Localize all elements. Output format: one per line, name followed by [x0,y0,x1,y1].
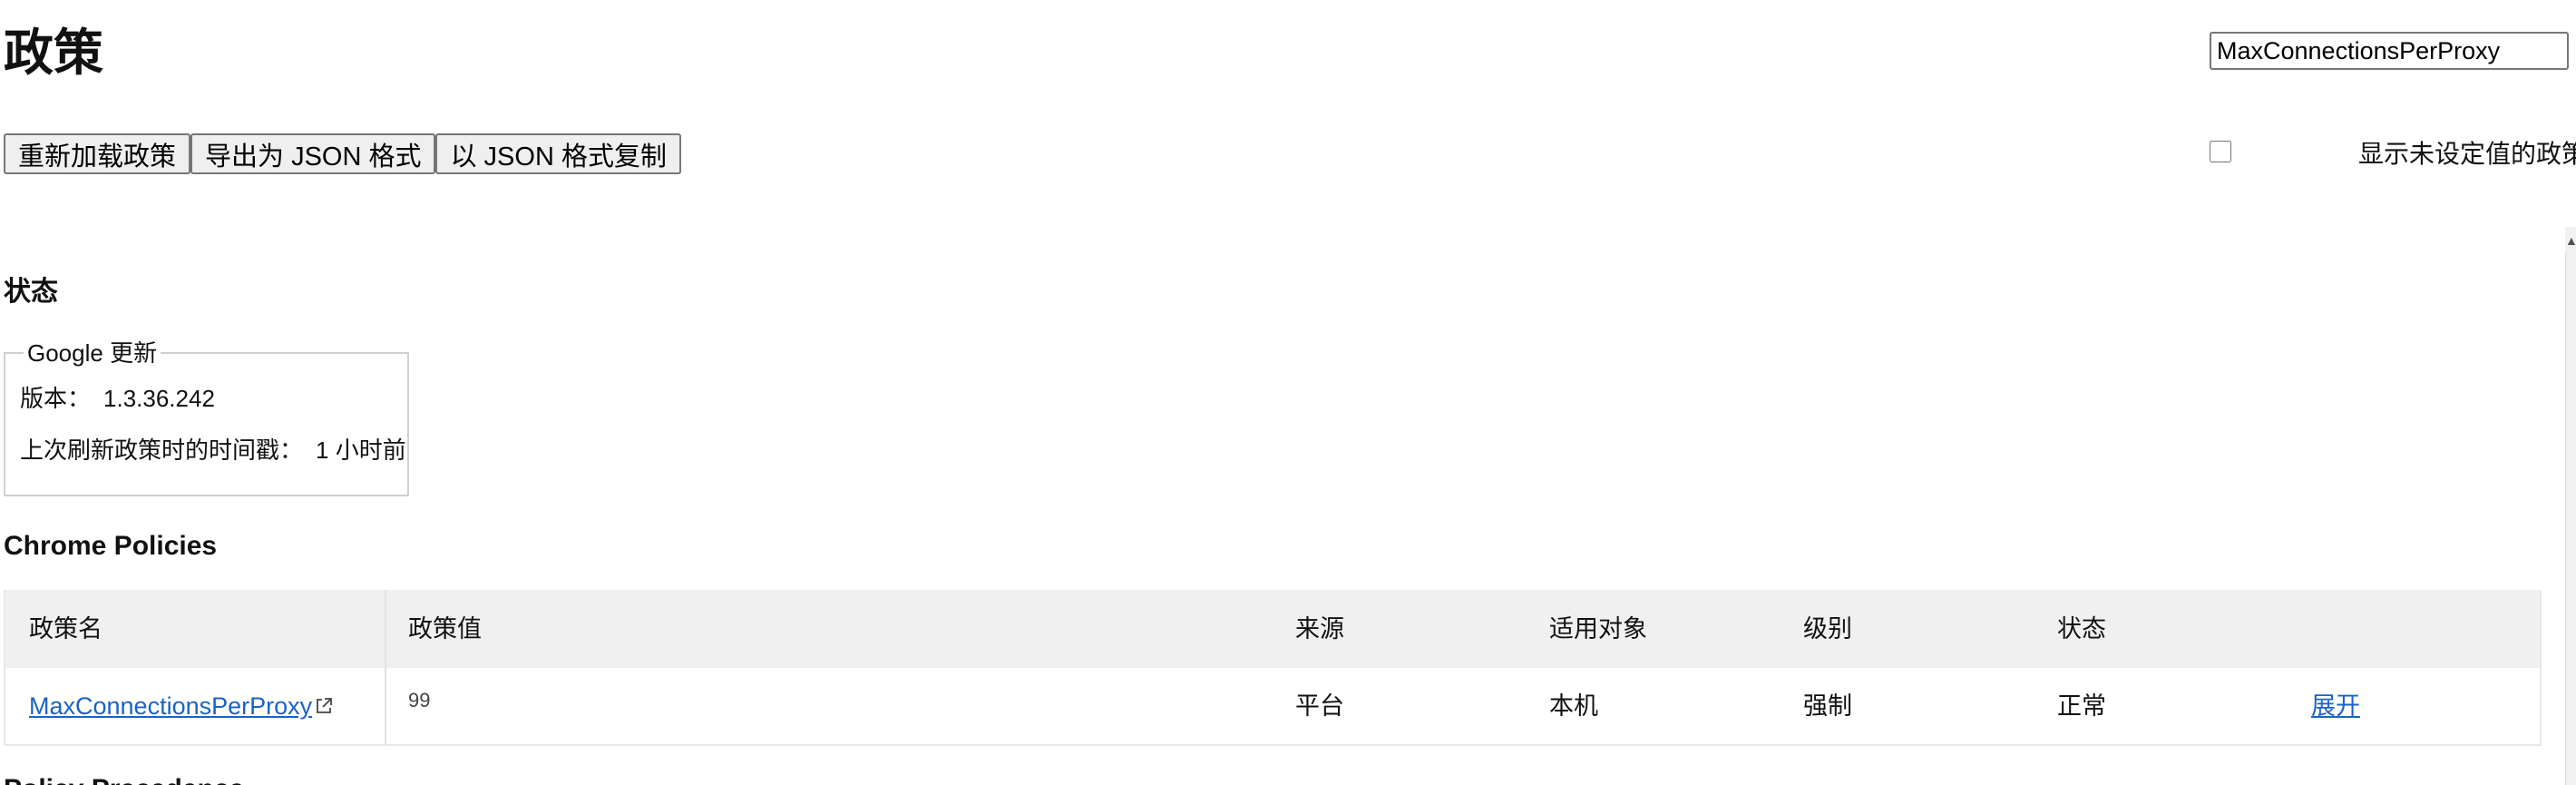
policy-table: 政策名 政策值 来源 适用对象 级别 状态 MaxConnectionsPerP… [4,590,2542,746]
policy-page: 政策 重新加载政策 导出为 JSON 格式 以 JSON 格式复制 显示未设定值… [0,0,2576,785]
column-divider [385,590,386,744]
column-header-name: 政策名 [29,615,102,643]
reload-policies-button[interactable]: 重新加载政策 [4,133,191,174]
page-scrollbar[interactable] [2565,227,2576,785]
policy-status-cell: 正常 [2057,692,2106,720]
show-unset-label: 显示未设定值的政策 [2358,140,2576,168]
policy-precedence-heading: Policy Precedence [4,771,244,785]
google-update-status-box: Google 更新 版本： 1.3.36.242 上次刷新政策时的时间戳： 1 小时… [4,338,409,496]
column-header-status: 状态 [2057,615,2106,643]
version-value: 1.3.36.242 [103,385,215,412]
column-header-value: 政策值 [408,615,482,643]
policy-level-cell: 强制 [1803,692,1852,720]
policy-name-cell: MaxConnectionsPerProxy [29,690,333,722]
status-heading: 状态 [4,277,58,307]
search-input[interactable] [2210,32,2569,70]
column-header-source: 来源 [1295,615,1344,643]
scroll-up-arrow-icon[interactable]: ▲ [2565,227,2576,254]
policy-scope-cell: 本机 [1549,692,1598,720]
version-row: 版本： 1.3.36.242 [20,383,215,414]
status-box-title: Google 更新 [24,338,161,368]
last-refresh-label: 上次刷新政策时的时间戳： [20,437,304,464]
policy-name-link[interactable]: MaxConnectionsPerProxy [29,692,312,720]
column-header-scope: 适用对象 [1549,615,1647,643]
page-title: 政策 [4,25,104,81]
last-refresh-value: 1 小时前 [316,437,406,464]
external-link-icon[interactable] [315,697,333,715]
export-json-button[interactable]: 导出为 JSON 格式 [190,133,436,174]
copy-json-button[interactable]: 以 JSON 格式复制 [435,133,681,174]
version-label: 版本： [20,385,92,412]
show-unset-checkbox[interactable] [2210,141,2231,162]
chrome-policies-heading: Chrome Policies [4,531,218,561]
toolbar: 重新加载政策 导出为 JSON 格式 以 JSON 格式复制 [4,133,681,174]
policy-value-cell: 99 [408,689,431,711]
expand-link[interactable]: 展开 [2311,690,2360,722]
policy-source-cell: 平台 [1295,692,1344,720]
column-header-level: 级别 [1803,615,1852,643]
last-refresh-row: 上次刷新政策时的时间戳： 1 小时前 [20,435,406,466]
